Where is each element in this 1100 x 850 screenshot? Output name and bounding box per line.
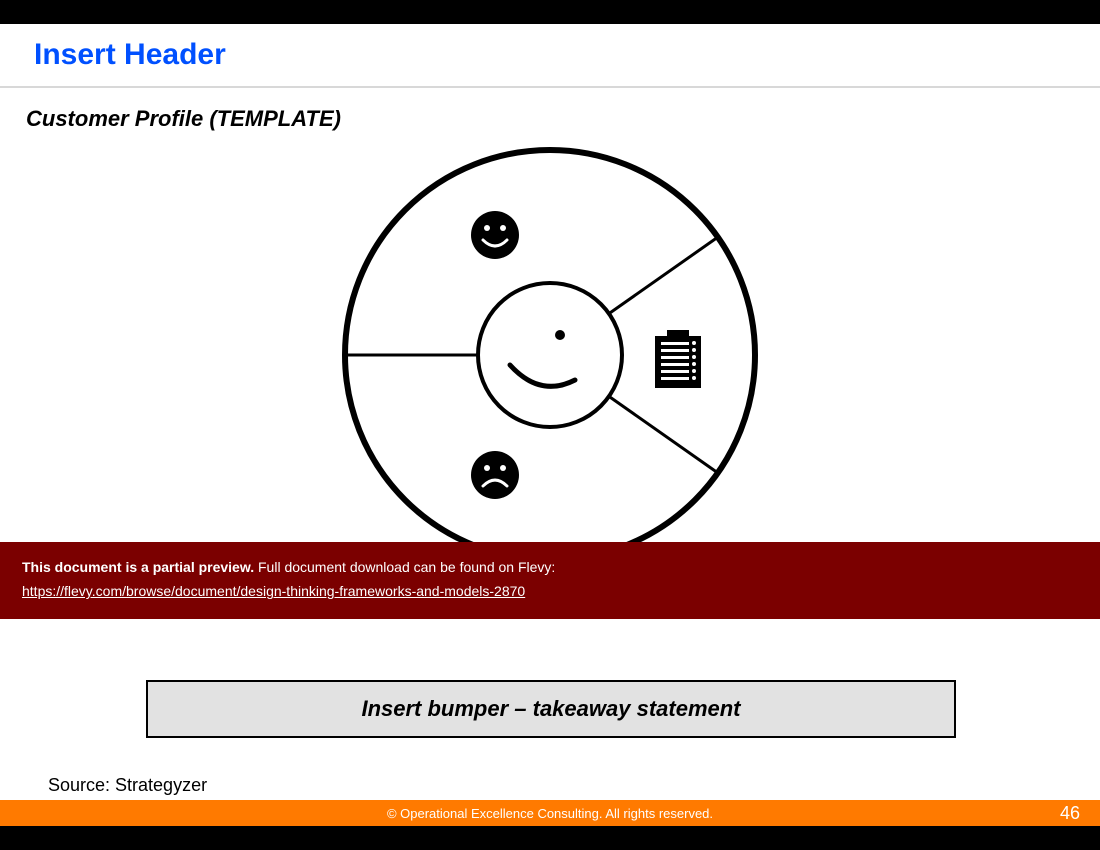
bumper-text: Insert bumper – takeaway statement (361, 696, 740, 722)
checklist-icon (655, 330, 701, 388)
preview-banner-rest: Full document download can be found on F… (254, 559, 555, 575)
preview-banner-line1: This document is a partial preview. Full… (22, 556, 1078, 578)
footer-copyright: © Operational Excellence Consulting. All… (387, 806, 713, 821)
top-black-bar (0, 0, 1100, 24)
bottom-black-bar (0, 826, 1100, 850)
preview-banner-link[interactable]: https://flevy.com/browse/document/design… (22, 580, 1078, 602)
slide-header: Insert Header (0, 24, 1100, 80)
bumper-box: Insert bumper – takeaway statement (146, 680, 956, 738)
preview-banner: This document is a partial preview. Full… (0, 542, 1100, 619)
preview-banner-bold: This document is a partial preview. (22, 559, 254, 575)
customer-profile-diagram-wrap (0, 140, 1100, 570)
source-attribution: Source: Strategyzer (48, 775, 207, 796)
page-title: Insert Header (34, 38, 1066, 72)
footer-bar: © Operational Excellence Consulting. All… (0, 800, 1100, 826)
slide-subtitle: Customer Profile (TEMPLATE) (0, 88, 1100, 132)
customer-profile-diagram (335, 140, 765, 570)
frown-face-icon (471, 451, 519, 499)
smile-face-icon (471, 211, 519, 259)
page-number: 46 (1060, 803, 1080, 824)
